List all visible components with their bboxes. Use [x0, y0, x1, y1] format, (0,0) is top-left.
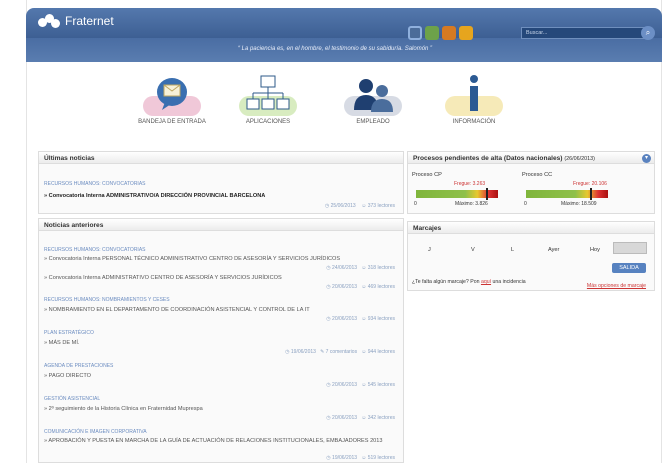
day-label: V: [471, 247, 475, 253]
news-readers: 373 lectores: [367, 203, 395, 209]
news-meta: ◷ 20/06/2013 ☺ 545 lectores: [326, 382, 395, 388]
search-input[interactable]: Buscar...: [521, 27, 646, 39]
network-icon: [239, 72, 297, 116]
list-item[interactable]: » NOMBRAMIENTO EN EL DEPARTAMENTO DE COO…: [39, 307, 403, 313]
tile-label: INFORMACIÓN: [452, 119, 496, 125]
cp-max: Máximo: 3.826: [455, 201, 488, 207]
refresh-icon[interactable]: [408, 26, 422, 40]
news-category[interactable]: COMUNICACIÓN E IMAGEN CORPORATIVA: [39, 429, 403, 435]
day-label: Hoy: [590, 247, 600, 253]
tile-label: EMPLEADO: [356, 119, 390, 125]
tile-label: BANDEJA DE ENTRADA: [138, 119, 206, 125]
cc-marker: [589, 188, 592, 200]
cp-min: 0: [414, 201, 417, 207]
news-meta: ◷ 24/06/2013 ☺ 318 lectores: [326, 265, 395, 271]
news-meta: ◷ 19/06/2013 ✎ 7 comentarios ☺ 944 lecto…: [285, 349, 395, 355]
news-meta: ◷ 20/06/2013 ☺ 934 lectores: [326, 316, 395, 322]
more-options-link[interactable]: Más opciones de marcaje: [587, 283, 646, 289]
news-category[interactable]: GESTIÓN ASISTENCIAL: [39, 396, 403, 402]
book-icon[interactable]: [442, 26, 456, 40]
sun-icon[interactable]: [459, 26, 473, 40]
latest-news-title: Últimas noticias: [39, 152, 403, 164]
news-category[interactable]: RECURSOS HUMANOS: CONVOCATORIAS: [39, 247, 403, 253]
news-headline[interactable]: » Convocatoria Interna ADMINISTRATIVO/A …: [39, 193, 403, 199]
fraternet-logo-icon: [36, 12, 62, 30]
marcajes-title: Marcajes: [408, 222, 654, 234]
list-item[interactable]: » Convocatoria Interna PERSONAL TÉCNICO …: [39, 256, 403, 262]
cc-label: Proceso CC: [522, 172, 553, 178]
tile-aplicaciones[interactable]: APLICACIONES: [229, 70, 307, 138]
tile-empleado[interactable]: EMPLEADO: [334, 70, 412, 138]
inbox-envelope-icon: [143, 72, 201, 116]
toolbar-icons: [408, 26, 473, 40]
brand-name: Fraternet: [65, 14, 114, 28]
cc-target: Fregue: 20.106: [573, 181, 607, 187]
day-label: L: [511, 247, 515, 253]
cp-marker: [485, 188, 488, 200]
brand-logo[interactable]: Fraternet: [36, 11, 114, 31]
tile-informacion[interactable]: INFORMACIÓN: [435, 70, 513, 138]
employees-icon: [344, 72, 402, 116]
list-item[interactable]: » MÁS DE MÍ.: [39, 340, 403, 346]
news-category[interactable]: RECURSOS HUMANOS: CONVOCATORIAS: [39, 181, 403, 187]
older-news-panel: Noticias anteriores RECURSOS HUMANOS: CO…: [38, 218, 404, 463]
news-category[interactable]: AGENDA DE PRESTACIONES: [39, 363, 403, 369]
list-item[interactable]: » PAGO DIRECTO: [39, 373, 403, 379]
missing-punch-text: ¿Te falta algún marcaje? Pon aquí una in…: [412, 279, 526, 285]
news-meta: ◷ 20/06/2013 ☺ 469 lectores: [326, 284, 395, 290]
grid-icon[interactable]: [425, 26, 439, 40]
news-meta: ◷ 25/06/2013 ☺ 373 lectores: [324, 203, 395, 209]
marcajes-panel: Marcajes J V L Ayer Hoy SALIDA ¿Te falta…: [407, 221, 655, 291]
cp-target: Fregue: 3.263: [454, 181, 486, 187]
day-label: J: [428, 247, 431, 253]
info-icon: [445, 72, 503, 116]
news-meta: ◷ 20/06/2013 ☺ 342 lectores: [326, 415, 395, 421]
news-meta: ◷ 19/06/2013 ☺ 519 lectores: [326, 455, 395, 461]
salida-button[interactable]: SALIDA: [612, 263, 646, 273]
tile-label: APLICACIONES: [245, 119, 291, 125]
news-date: 25/06/2013: [330, 203, 356, 209]
list-item[interactable]: » Convocatoria Interna ADMINISTRATIVO CE…: [39, 275, 403, 281]
news-category[interactable]: PLAN ESTRATÉGICO: [39, 330, 403, 336]
tile-bandeja[interactable]: BANDEJA DE ENTRADA: [133, 70, 211, 138]
list-item[interactable]: » 2º seguimiento de la Historia Clínica …: [39, 406, 403, 412]
pending-title: Procesos pendientes de alta (Datos nacio…: [408, 152, 654, 164]
today-slot[interactable]: [613, 242, 647, 254]
list-item[interactable]: » APROBACIÓN Y PUESTA EN MARCHA DE LA GU…: [39, 438, 403, 445]
header-quote: “ La paciencia es, en el hombre, el test…: [237, 46, 433, 52]
news-category[interactable]: RECURSOS HUMANOS: NOMBRAMIENTOS Y CESES: [39, 297, 403, 303]
search-icon[interactable]: ⌕: [641, 26, 655, 40]
latest-news-panel: Últimas noticias RECURSOS HUMANOS: CONVO…: [38, 151, 404, 214]
cc-max: Máximo: 18.509: [561, 201, 597, 207]
cp-label: Proceso CP: [412, 172, 442, 178]
incident-link[interactable]: aquí: [481, 279, 491, 285]
cc-min: 0: [524, 201, 527, 207]
pending-panel: Procesos pendientes de alta (Datos nacio…: [407, 151, 655, 214]
day-label: Ayer: [548, 247, 560, 253]
collapse-icon[interactable]: ▾: [642, 154, 651, 163]
cc-gauge: [526, 190, 608, 198]
older-news-title: Noticias anteriores: [39, 219, 403, 231]
